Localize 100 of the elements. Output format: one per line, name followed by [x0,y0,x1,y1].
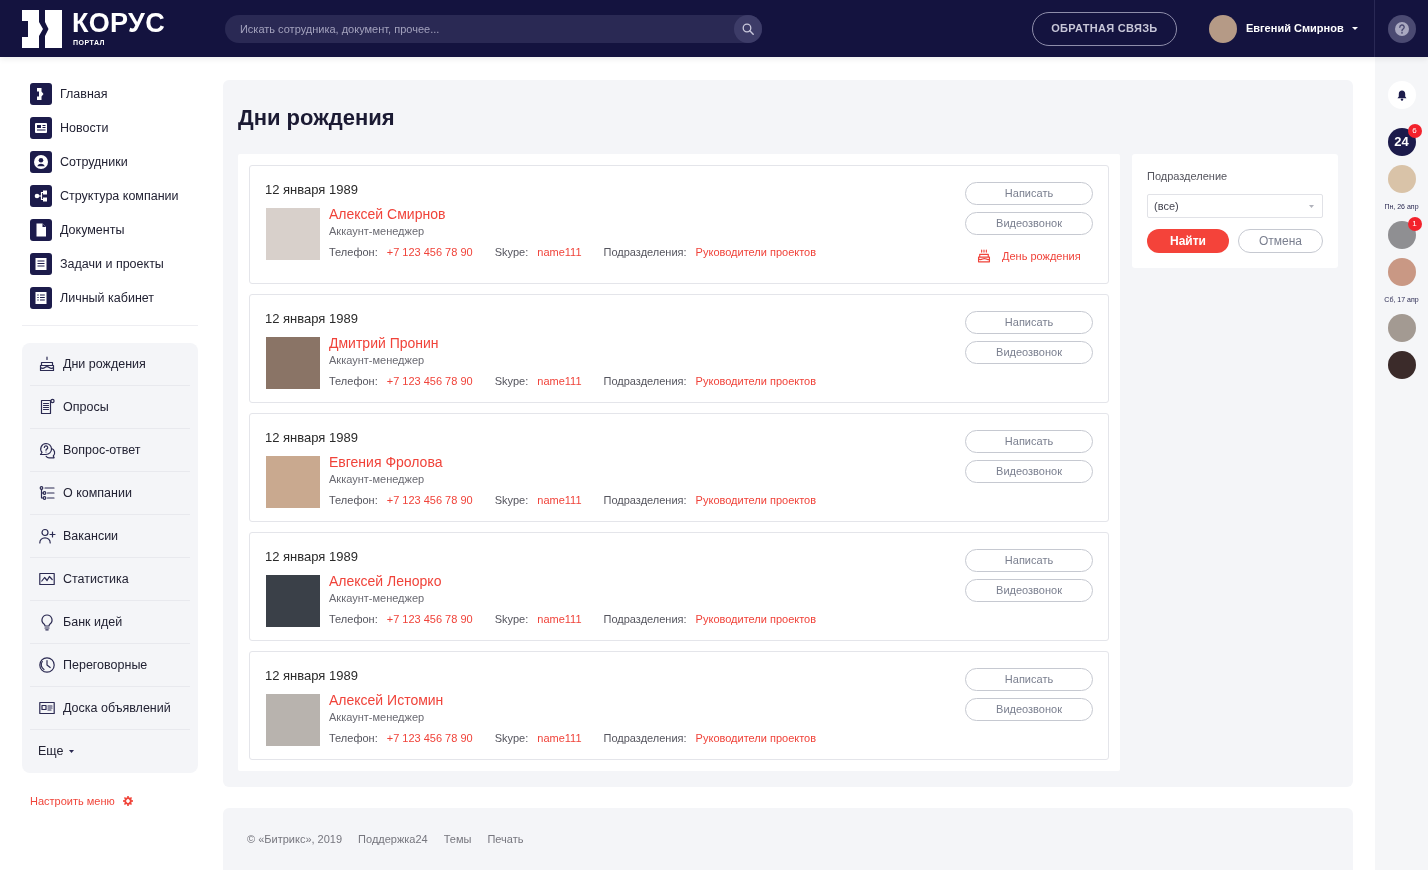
contact-label: Телефон: [329,612,378,627]
logo-icon [22,9,62,48]
configure-menu-link[interactable]: Настроить меню [30,793,133,810]
contact-link[interactable]: +7 123 456 78 90 [386,373,473,389]
sidebar-item[interactable]: Структура компании [22,179,198,213]
sidebar-item[interactable]: Вакансии [30,515,190,558]
sidebar-item[interactable]: Переговорные [30,644,190,687]
contact-label: Телефон: [329,374,378,389]
employee-name-link[interactable]: Евгения Фролова [329,453,443,471]
more-button[interactable]: Еще [30,730,190,773]
gear-icon [122,796,133,807]
logo-title: КОРУС [72,10,165,35]
footer-link[interactable]: Темы [443,830,472,848]
birth-date: 12 января 1989 [265,310,358,328]
sidebar-item[interactable]: Личный кабинет [22,281,198,315]
sidebar-item[interactable]: Статистика [30,558,190,601]
contact-label: Подразделения: [603,245,687,260]
photo-placeholder [266,456,320,508]
contact-label: Skype: [494,493,529,508]
contact-link[interactable]: name111 [537,244,582,260]
contact-link[interactable]: name111 [537,492,582,508]
contact-label: Телефон: [329,731,378,746]
notification-badge: 1 [1407,217,1422,231]
contact-link[interactable]: name111 [537,730,582,746]
employee-name-link[interactable]: Алексей Ленорко [329,572,442,590]
sidebar-item[interactable]: Доска объявлений [30,687,190,730]
question-chat-icon [38,441,56,459]
caret-icon [69,750,75,753]
employee-name-link[interactable]: Дмитрий Пронин [329,334,439,352]
tree-list-icon [38,484,56,502]
sidebar-item[interactable]: Банк идей [30,601,190,644]
contact-label: Подразделения: [603,612,687,627]
sidebar-item[interactable]: Сотрудники [22,145,198,179]
search-submit-button[interactable]: Найти [1147,229,1229,253]
department-select[interactable]: (все) [1147,194,1323,218]
footer-link[interactable]: Поддержка24 [358,830,428,848]
contact-label: Skype: [494,374,529,389]
photo-placeholder [266,575,320,627]
birthday-link[interactable]: День рождения [977,246,1081,266]
caret-icon [1309,204,1314,208]
sidebar-item[interactable]: Новости [22,111,198,145]
user-avatar[interactable] [1208,14,1237,43]
contact-link[interactable]: Руководители проектов [695,373,817,389]
birth-date: 12 января 1989 [265,548,358,566]
contact-label: Подразделения: [603,731,687,746]
notifications-button[interactable] [1387,81,1416,109]
contact-link[interactable]: +7 123 456 78 90 [386,492,473,508]
sidebar-item[interactable]: Задачи и проекты [22,247,198,281]
contact-label: Skype: [494,612,529,627]
contact-label: Телефон: [329,245,378,260]
search-icon [741,22,754,35]
help-button[interactable] [1387,14,1416,43]
contact-link[interactable]: Руководители проектов [695,730,817,746]
contact-label: Подразделения: [603,374,687,389]
newspaper-icon [30,117,52,139]
hierarchy-icon [30,185,52,207]
add-user-icon [38,527,56,545]
contact-label: Телефон: [329,493,378,508]
document-icon [30,219,52,241]
contact-label: Skype: [494,245,529,260]
id-card-icon [38,699,56,717]
chart-icon [38,570,56,588]
notification-badge: 6 [1407,124,1422,138]
clock-icon [38,656,56,674]
checklist-icon [30,287,52,309]
help-icon [1387,14,1416,43]
employee-position: Аккаунт-менеджер [329,224,425,239]
footer-link[interactable]: Печать [487,830,524,848]
logo-icon [30,83,52,105]
photo-placeholder [266,208,320,260]
bell-icon [1396,89,1407,101]
sidebar-item[interactable]: Вопрос-ответ [30,429,190,472]
contact-link[interactable]: +7 123 456 78 90 [386,730,473,746]
sidebar-item[interactable]: О компании [30,472,190,515]
cake-icon [38,355,56,373]
copyright-text: © «Битрикс», 2019 [247,831,343,847]
sidebar-item[interactable]: Дни рождения [30,343,190,386]
filter-label: Подразделение [1147,169,1228,184]
birth-date: 12 января 1989 [265,429,358,447]
notes-icon [30,253,52,275]
employee-position: Аккаунт-менеджер [329,591,425,606]
contact-link[interactable]: Руководители проектов [695,244,817,260]
contact-avatar[interactable] [1387,351,1416,379]
employee-position: Аккаунт-менеджер [329,710,425,725]
photo-placeholder [266,337,320,389]
sidebar-item[interactable]: Главная [22,77,198,111]
contact-link[interactable]: Руководители проектов [695,492,817,508]
user-icon [30,151,52,173]
user-menu[interactable]: Евгений Смирнов [1245,20,1358,37]
birth-date: 12 января 1989 [265,667,358,685]
contact-link[interactable]: +7 123 456 78 90 [386,611,473,627]
contact-link[interactable]: name111 [537,373,582,389]
contact-link[interactable]: name111 [537,611,582,627]
contact-link[interactable]: +7 123 456 78 90 [386,244,473,260]
employee-name-link[interactable]: Алексей Истомин [329,691,444,709]
employee-name-link[interactable]: Алексей Смирнов [329,205,446,223]
contact-link[interactable]: Руководители проектов [695,611,817,627]
sidebar-item[interactable]: Опросы [30,386,190,429]
sidebar-item[interactable]: Документы [22,213,198,247]
page-title: Дни рождения [238,104,396,132]
